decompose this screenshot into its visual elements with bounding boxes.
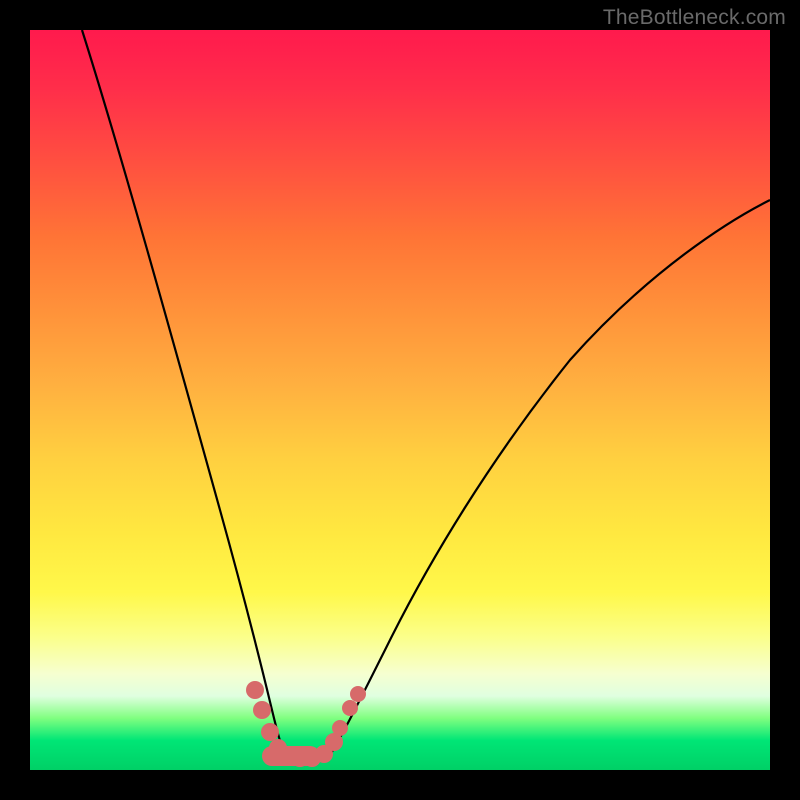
watermark-text: TheBottleneck.com xyxy=(603,6,786,30)
left-curve xyxy=(82,30,286,758)
right-curve xyxy=(328,200,770,758)
plot-area xyxy=(30,30,770,770)
chart-container: TheBottleneck.com xyxy=(0,0,800,800)
curves-layer xyxy=(30,30,770,770)
